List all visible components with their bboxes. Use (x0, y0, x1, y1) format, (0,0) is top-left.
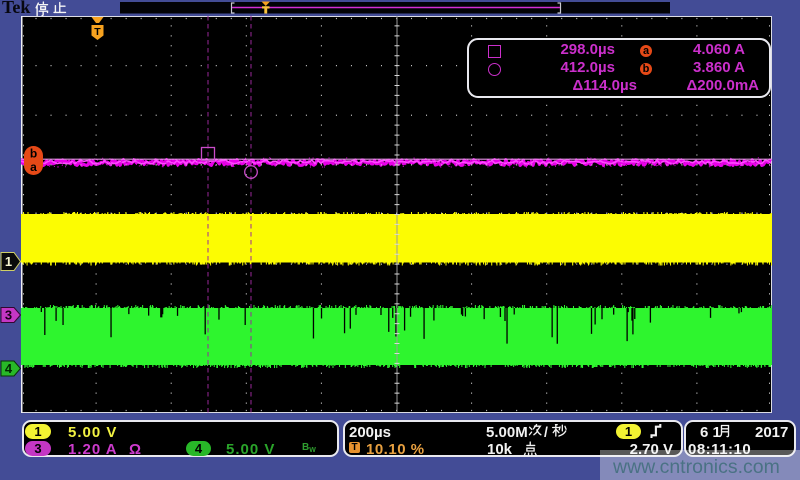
svg-text:/: / (544, 424, 548, 440)
